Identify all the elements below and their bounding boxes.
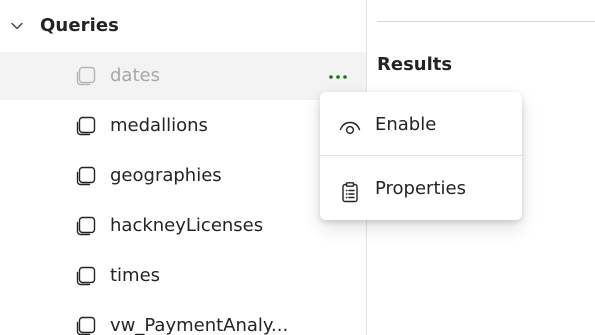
query-icon bbox=[76, 266, 96, 286]
app-root: Queries dates medallions geographies hac… bbox=[0, 0, 595, 335]
menu-divider bbox=[320, 155, 522, 156]
query-icon bbox=[76, 166, 96, 186]
query-item-geographies[interactable]: geographies bbox=[0, 152, 366, 200]
query-item-vw-paymentanalysis[interactable]: vw_PaymentAnaly... bbox=[0, 302, 366, 335]
query-label: times bbox=[110, 265, 161, 286]
query-icon bbox=[76, 216, 96, 236]
eye-icon bbox=[339, 121, 361, 135]
query-item-hackneylicenses[interactable]: hackneyLicenses bbox=[0, 202, 366, 250]
queries-section-label: Queries bbox=[40, 15, 119, 36]
context-menu: Enable Properties bbox=[320, 92, 522, 220]
chevron-down-icon[interactable] bbox=[10, 19, 24, 33]
query-label: geographies bbox=[110, 165, 222, 186]
more-options-icon[interactable] bbox=[322, 64, 354, 88]
query-icon bbox=[76, 66, 96, 86]
query-item-medallions[interactable]: medallions bbox=[0, 102, 366, 150]
query-icon bbox=[76, 116, 96, 136]
queries-section-header[interactable]: Queries bbox=[0, 6, 366, 48]
queries-panel: Queries dates medallions geographies hac… bbox=[0, 0, 366, 335]
query-label: dates bbox=[110, 65, 160, 86]
menu-item-label: Properties bbox=[375, 178, 466, 199]
query-label: vw_PaymentAnaly... bbox=[110, 315, 289, 335]
query-icon bbox=[76, 316, 96, 335]
query-label: medallions bbox=[110, 115, 208, 136]
menu-item-label: Enable bbox=[375, 114, 437, 135]
query-item-dates[interactable]: dates bbox=[0, 52, 366, 100]
menu-item-properties[interactable]: Properties bbox=[320, 162, 522, 218]
results-title: Results bbox=[377, 54, 453, 75]
menu-item-enable[interactable]: Enable bbox=[320, 98, 522, 154]
query-item-times[interactable]: times bbox=[0, 252, 366, 300]
clipboard-icon bbox=[342, 182, 358, 203]
results-top-divider bbox=[377, 21, 595, 22]
query-label: hackneyLicenses bbox=[110, 215, 264, 236]
